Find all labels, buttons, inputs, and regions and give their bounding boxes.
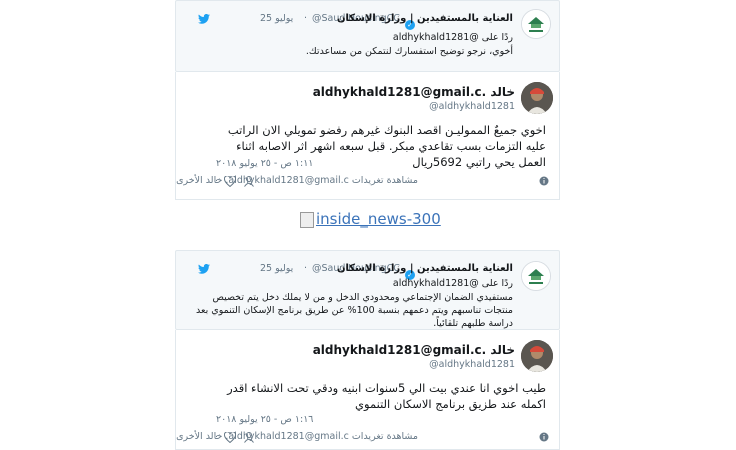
reply-text: مستفيدي الضمان الإجتماعي ومحدودي الدخل و… [196,292,513,329]
khalid-avatar[interactable] [521,340,553,372]
ministry-avatar[interactable] [521,9,551,39]
main-tweet-2: aldhykhald1281@gmail.c. خالد @aldhykhald… [175,330,560,450]
main-tweet-1: aldhykhald1281@gmail.c. خالد @aldhykhald… [175,72,560,200]
tweet-actions: ٠ مشاهدة تغريدات aldhykhald1281@gmail.c.… [176,430,561,446]
khalid-avatar[interactable] [521,82,553,114]
other-tweets-link[interactable]: مشاهدة تغريدات aldhykhald1281@gmail.c. خ… [176,175,418,186]
twitter-bird-icon[interactable] [198,14,210,24]
tweet-author-handle[interactable]: @aldhykhald1281 [429,101,515,112]
broken-news-image[interactable]: inside_news-300 [300,210,441,228]
reply-tweet-1: 25 يوليو · @SaudiHousingCC ✓ العناية بال… [175,0,560,72]
info-icon[interactable] [539,176,549,186]
broken-image-icon [300,211,314,228]
tweet-author-handle[interactable]: @aldhykhald1281 [429,359,515,370]
replying-to-handle[interactable]: @aldhykhald1281 [393,32,479,43]
replying-to-handle[interactable]: @aldhykhald1281 [393,278,479,289]
reply-date[interactable]: 25 يوليو [260,13,293,24]
reply-separator: · [304,263,308,274]
reply-text: أخوي، نرجو توضيح استفسارك لنتمكن من مساع… [305,46,513,57]
reply-date[interactable]: 25 يوليو [260,263,293,274]
reply-separator: · [304,13,308,24]
twitter-bird-icon[interactable] [198,264,210,274]
info-icon[interactable] [539,432,549,442]
tweet-author-name[interactable]: aldhykhald1281@gmail.c. خالد [313,85,515,99]
replying-to-line: ردًا على @aldhykhald1281 [283,31,513,44]
ministry-avatar[interactable] [521,261,551,291]
person-avatar-icon [521,340,553,372]
replying-to-line: ردًا على @aldhykhald1281 [283,277,513,290]
tweet-timestamp[interactable]: ١:١١ ص - ٢٥ يوليو ٢٠١٨ [216,158,313,169]
reply-tweet-2: 25 يوليو · @SaudiHousingCC ✓ العناية بال… [175,250,560,330]
other-tweets-link[interactable]: مشاهدة تغريدات aldhykhald1281@gmail.c. خ… [176,431,418,442]
tweet-author-name[interactable]: aldhykhald1281@gmail.c. خالد [313,343,515,357]
tweet-text: طيب اخوي انا عندي بيت الي 5سنوات ابنيه و… [227,381,546,411]
reply-account-name[interactable]: العناية بالمستفيدين | وزارة الإسكان [337,13,513,24]
ministry-logo-icon [522,262,550,290]
tweet-timestamp[interactable]: ١:١٦ ص - ٢٥ يوليو ٢٠١٨ [216,414,313,425]
replying-prefix: ردًا على [481,278,513,289]
ministry-logo-icon [522,10,550,38]
reply-account-name[interactable]: العناية بالمستفيدين | وزارة الإسكان [337,263,513,274]
tweet-actions: ٠ مشاهدة تغريدات aldhykhald1281@gmail.c.… [176,174,561,190]
broken-image-alt: inside_news-300 [316,210,441,228]
replying-prefix: ردًا على [481,32,513,43]
person-avatar-icon [521,82,553,114]
